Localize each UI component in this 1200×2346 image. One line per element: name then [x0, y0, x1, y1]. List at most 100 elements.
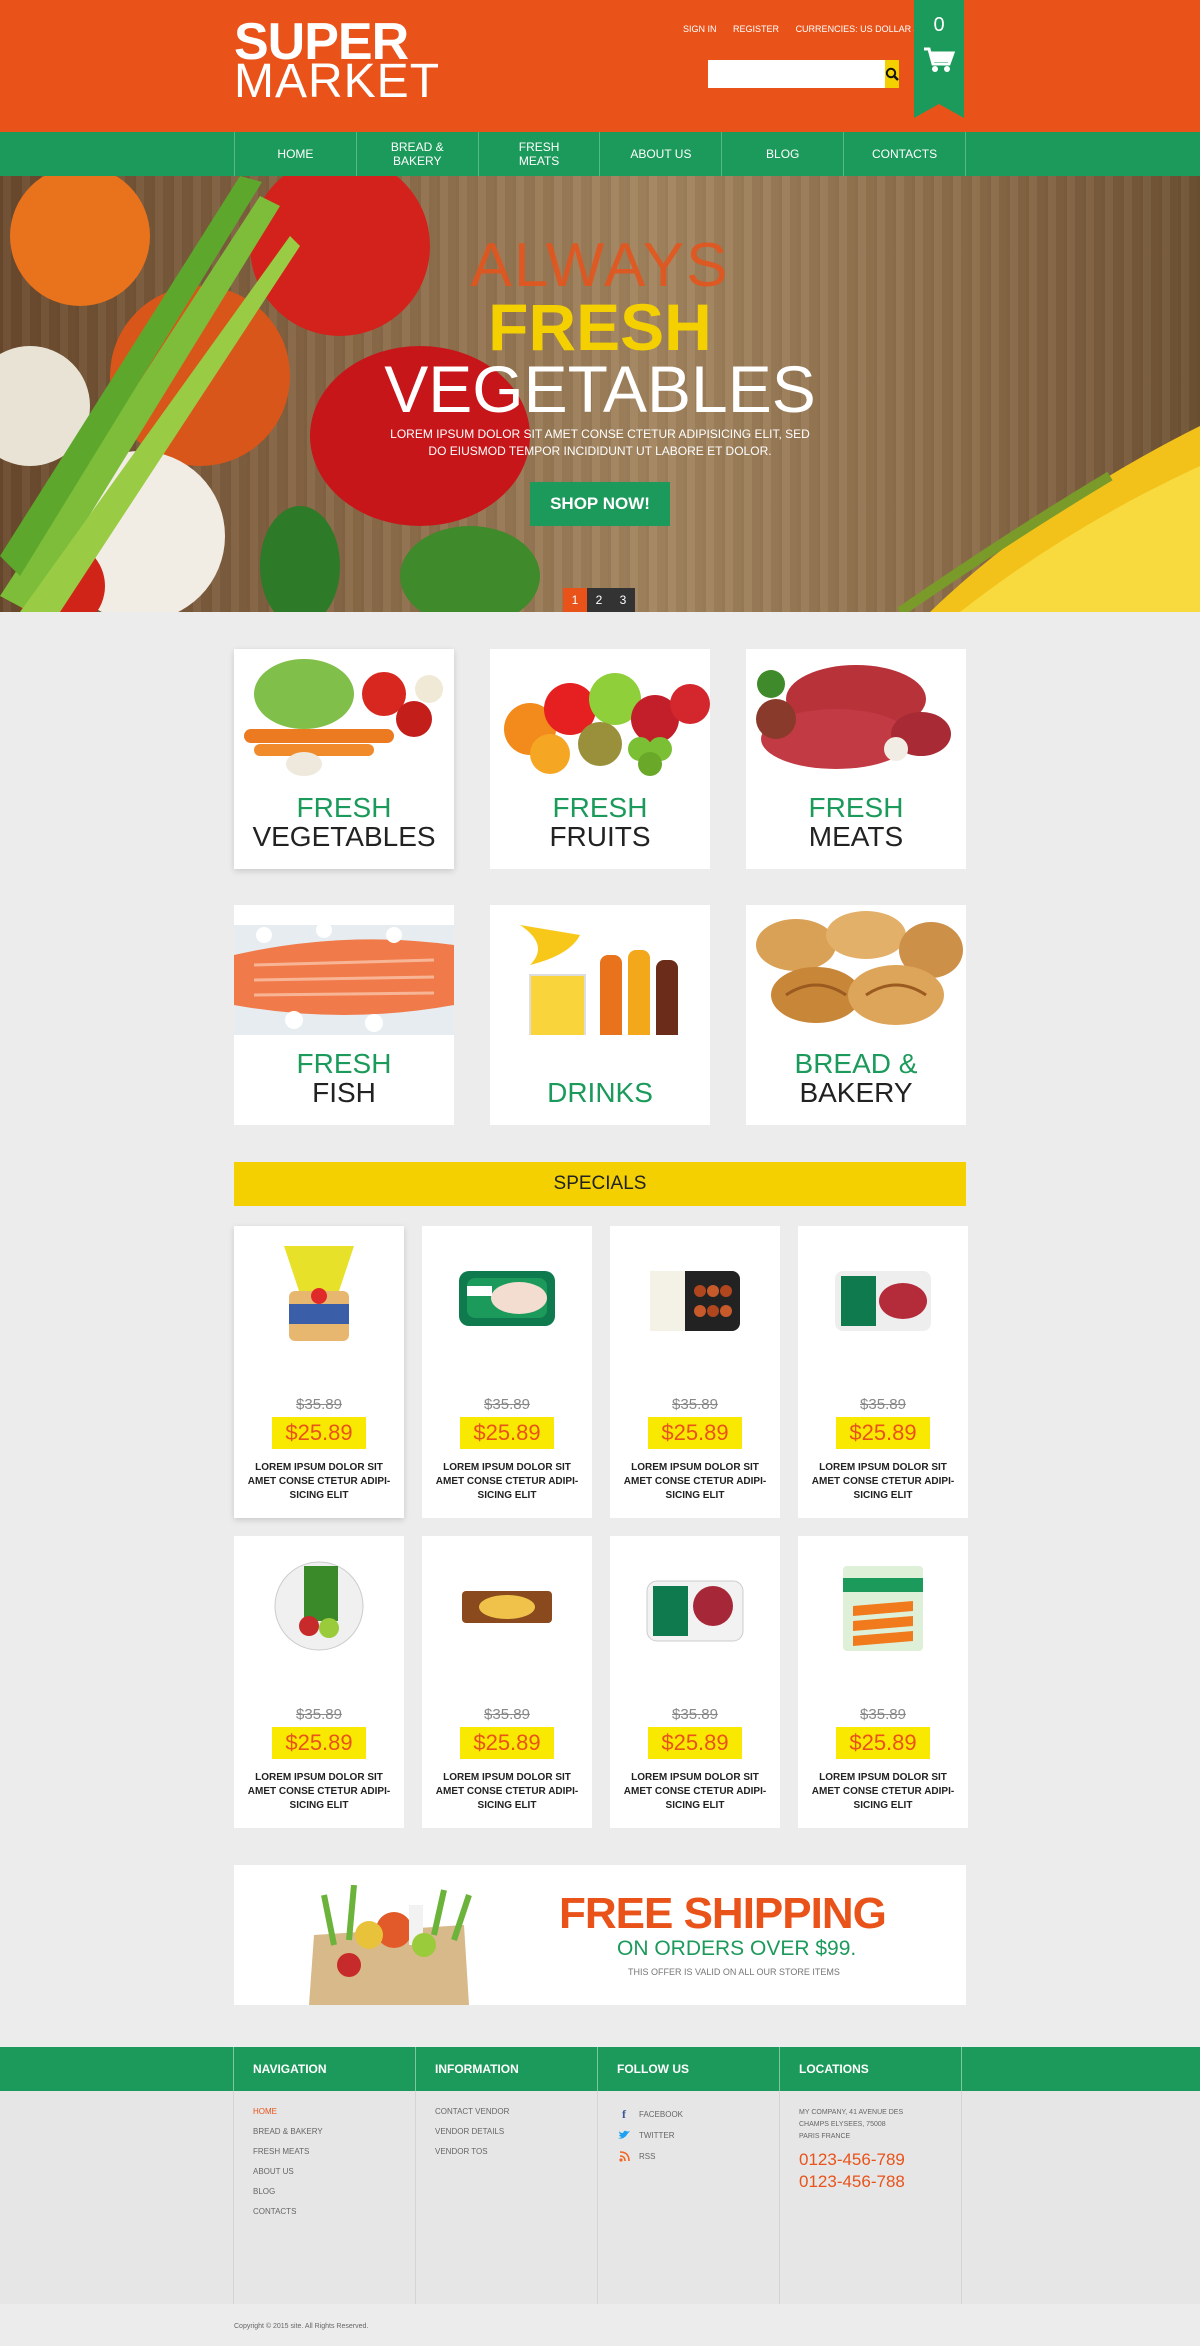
- facebook-link[interactable]: f FACEBOOK: [617, 2107, 779, 2121]
- category-title: FRESH FISH: [234, 1049, 454, 1107]
- nav-item-home[interactable]: HOME: [235, 132, 357, 176]
- twitter-link[interactable]: TWITTER: [617, 2128, 779, 2142]
- nav-item-bread-bakery[interactable]: BREAD & BAKERY: [357, 132, 479, 176]
- product-card[interactable]: $35.89 $25.89 LOREM IPSUM DOLOR SIT AMET…: [422, 1536, 592, 1828]
- product-card[interactable]: $35.89 $25.89 LOREM IPSUM DOLOR SIT AMET…: [422, 1226, 592, 1518]
- footer-col-title: NAVIGATION: [233, 2047, 416, 2091]
- search-button[interactable]: [885, 60, 899, 88]
- currency-selector[interactable]: CURRENCIES: US DOLLAR $ ⌄: [796, 24, 929, 34]
- product-card[interactable]: $35.89 $25.89 LOREM IPSUM DOLOR SIT AMET…: [234, 1536, 404, 1828]
- product-card[interactable]: $35.89 $25.89 LOREM IPSUM DOLOR SIT AMET…: [610, 1536, 780, 1828]
- category-line1: FRESH: [296, 1048, 392, 1079]
- product-price: $25.89: [272, 1417, 366, 1449]
- product-description: LOREM IPSUM DOLOR SIT AMET CONSE CTETUR …: [247, 1462, 391, 1501]
- product-image-snack: [462, 1591, 552, 1623]
- slide-dot-3[interactable]: 3: [611, 588, 635, 612]
- bakery-image: [756, 911, 963, 1025]
- footer-link-contact-vendor[interactable]: CONTACT VENDOR: [435, 2107, 597, 2116]
- hero-line3: VEGETABLES: [384, 352, 816, 426]
- category-card-meats[interactable]: FRESH MEATS: [746, 649, 966, 869]
- free-shipping-banner[interactable]: FREE SHIPPING ON ORDERS OVER $99. THIS O…: [234, 1865, 966, 2005]
- vegetables-image: [244, 659, 443, 776]
- category-card-drinks[interactable]: DRINKS: [490, 905, 710, 1125]
- top-links: SIGN IN REGISTER CURRENCIES: US DOLLAR $…: [683, 24, 943, 35]
- grocery-bag-image: [309, 1885, 472, 2005]
- nav-item-about-us[interactable]: ABOUT US: [600, 132, 723, 176]
- product-description: LOREM IPSUM DOLOR SIT AMET CONSE CTETUR …: [623, 1772, 767, 1811]
- product-description: LOREM IPSUM DOLOR SIT AMET CONSE CTETUR …: [811, 1462, 955, 1501]
- nav-item-contacts[interactable]: CONTACTS: [844, 132, 966, 176]
- phone-number-1[interactable]: 0123-456-789: [799, 2149, 961, 2171]
- logo-line2: MARKET: [234, 55, 441, 108]
- footer-link-bread-bakery[interactable]: BREAD & BAKERY: [253, 2127, 415, 2136]
- meats-image: [756, 665, 951, 769]
- sign-in-link[interactable]: SIGN IN: [683, 24, 717, 34]
- footer-link-contacts[interactable]: CONTACTS: [253, 2207, 415, 2216]
- facebook-label: FACEBOOK: [639, 2109, 684, 2119]
- category-line2: VEGETABLES: [252, 821, 436, 852]
- product-card[interactable]: $35.89 $25.89 LOREM IPSUM DOLOR SIT AMET…: [234, 1226, 404, 1518]
- footer-information: CONTACT VENDOR VENDOR DETAILS VENDOR TOS: [415, 2091, 598, 2304]
- footer-link-blog[interactable]: BLOG: [253, 2187, 415, 2196]
- product-description: LOREM IPSUM DOLOR SIT AMET CONSE CTETUR …: [811, 1772, 955, 1811]
- slide-dot-1[interactable]: 1: [563, 588, 587, 612]
- footer-follow: f FACEBOOK TWITTER RSS: [597, 2091, 780, 2304]
- footer-link-vendor-tos[interactable]: VENDOR TOS: [435, 2147, 597, 2156]
- specials-heading: SPECIALS: [234, 1162, 966, 1206]
- product-image-chicken: [459, 1271, 555, 1326]
- footer-navigation: HOME BREAD & BAKERY FRESH MEATS ABOUT US…: [233, 2091, 416, 2304]
- footer-link-fresh-meats[interactable]: FRESH MEATS: [253, 2147, 415, 2156]
- category-title: BREAD & BAKERY: [746, 1049, 966, 1107]
- footer-header-bar: NAVIGATION INFORMATION FOLLOW US LOCATIO…: [0, 2047, 1200, 2091]
- footer-link-home[interactable]: HOME: [253, 2107, 415, 2116]
- search-form: [708, 60, 899, 88]
- phone-number-2[interactable]: 0123-456-788: [799, 2171, 961, 2193]
- twitter-label: TWITTER: [639, 2130, 675, 2140]
- category-line2: BAKERY: [799, 1077, 913, 1108]
- product-image-burgers: [646, 1580, 744, 1642]
- slide-dot-2[interactable]: 2: [587, 588, 611, 612]
- product-card[interactable]: $35.89 $25.89 LOREM IPSUM DOLOR SIT AMET…: [798, 1226, 968, 1518]
- cart-icon: [924, 47, 955, 72]
- shop-now-button[interactable]: SHOP NOW!: [530, 482, 670, 526]
- category-card-bakery[interactable]: BREAD & BAKERY: [746, 905, 966, 1125]
- company-address: MY COMPANY, 41 AVENUE DES CHAMPS ELYSEES,…: [799, 2107, 961, 2143]
- product-price: $25.89: [648, 1417, 742, 1449]
- hero-slider: ALWAYS FRESH VEGETABLES LOREM IPSUM DOLO…: [0, 176, 1200, 612]
- product-description: LOREM IPSUM DOLOR SIT AMET CONSE CTETUR …: [247, 1772, 391, 1811]
- category-card-vegetables[interactable]: FRESH VEGETABLES: [234, 649, 454, 869]
- site-logo[interactable]: SUPER MARKET: [234, 16, 441, 108]
- category-line1: FRESH: [552, 792, 648, 823]
- product-price: $25.89: [272, 1727, 366, 1759]
- footer-body: HOME BREAD & BAKERY FRESH MEATS ABOUT US…: [0, 2091, 1200, 2304]
- currency-label: CURRENCIES: US DOLLAR $: [795, 24, 919, 34]
- category-line2: FISH: [312, 1077, 376, 1108]
- rss-label: RSS: [639, 2151, 656, 2161]
- product-price: $25.89: [836, 1727, 930, 1759]
- product-image-carrots: [843, 1566, 923, 1651]
- footer-link-vendor-details[interactable]: VENDOR DETAILS: [435, 2127, 597, 2136]
- address-line1: MY COMPANY, 41 AVENUE DES: [799, 2109, 904, 2116]
- category-card-fruits[interactable]: FRESH FRUITS: [490, 649, 710, 869]
- search-input[interactable]: [708, 60, 885, 88]
- cart-button[interactable]: 0: [914, 0, 964, 118]
- nav-item-fresh-meats[interactable]: FRESH MEATS: [479, 132, 601, 176]
- hero-text: ALWAYS FRESH VEGETABLES LOREM IPSUM DOLO…: [0, 235, 1200, 526]
- product-card[interactable]: $35.89 $25.89 LOREM IPSUM DOLOR SIT AMET…: [610, 1226, 780, 1518]
- category-card-fish[interactable]: FRESH FISH: [234, 905, 454, 1125]
- rss-icon: [617, 2149, 631, 2163]
- category-title: FRESH VEGETABLES: [234, 793, 454, 851]
- product-card[interactable]: $35.89 $25.89 LOREM IPSUM DOLOR SIT AMET…: [798, 1536, 968, 1828]
- product-old-price: $35.89: [672, 1706, 718, 1723]
- nav-item-blog[interactable]: BLOG: [722, 132, 845, 176]
- footer-link-about-us[interactable]: ABOUT US: [253, 2167, 415, 2176]
- category-title: DRINKS: [490, 1078, 710, 1107]
- register-link[interactable]: REGISTER: [733, 24, 779, 34]
- product-grid: $35.89 $25.89 LOREM IPSUM DOLOR SIT AMET…: [234, 1226, 968, 1828]
- category-line1: DRINKS: [547, 1077, 653, 1108]
- cart-count: 0: [933, 14, 945, 36]
- address-line2: CHAMPS ELYSEES, 75008: [799, 2121, 886, 2128]
- product-image-salad: [274, 1561, 364, 1651]
- category-line1: FRESH: [808, 792, 904, 823]
- rss-link[interactable]: RSS: [617, 2149, 779, 2163]
